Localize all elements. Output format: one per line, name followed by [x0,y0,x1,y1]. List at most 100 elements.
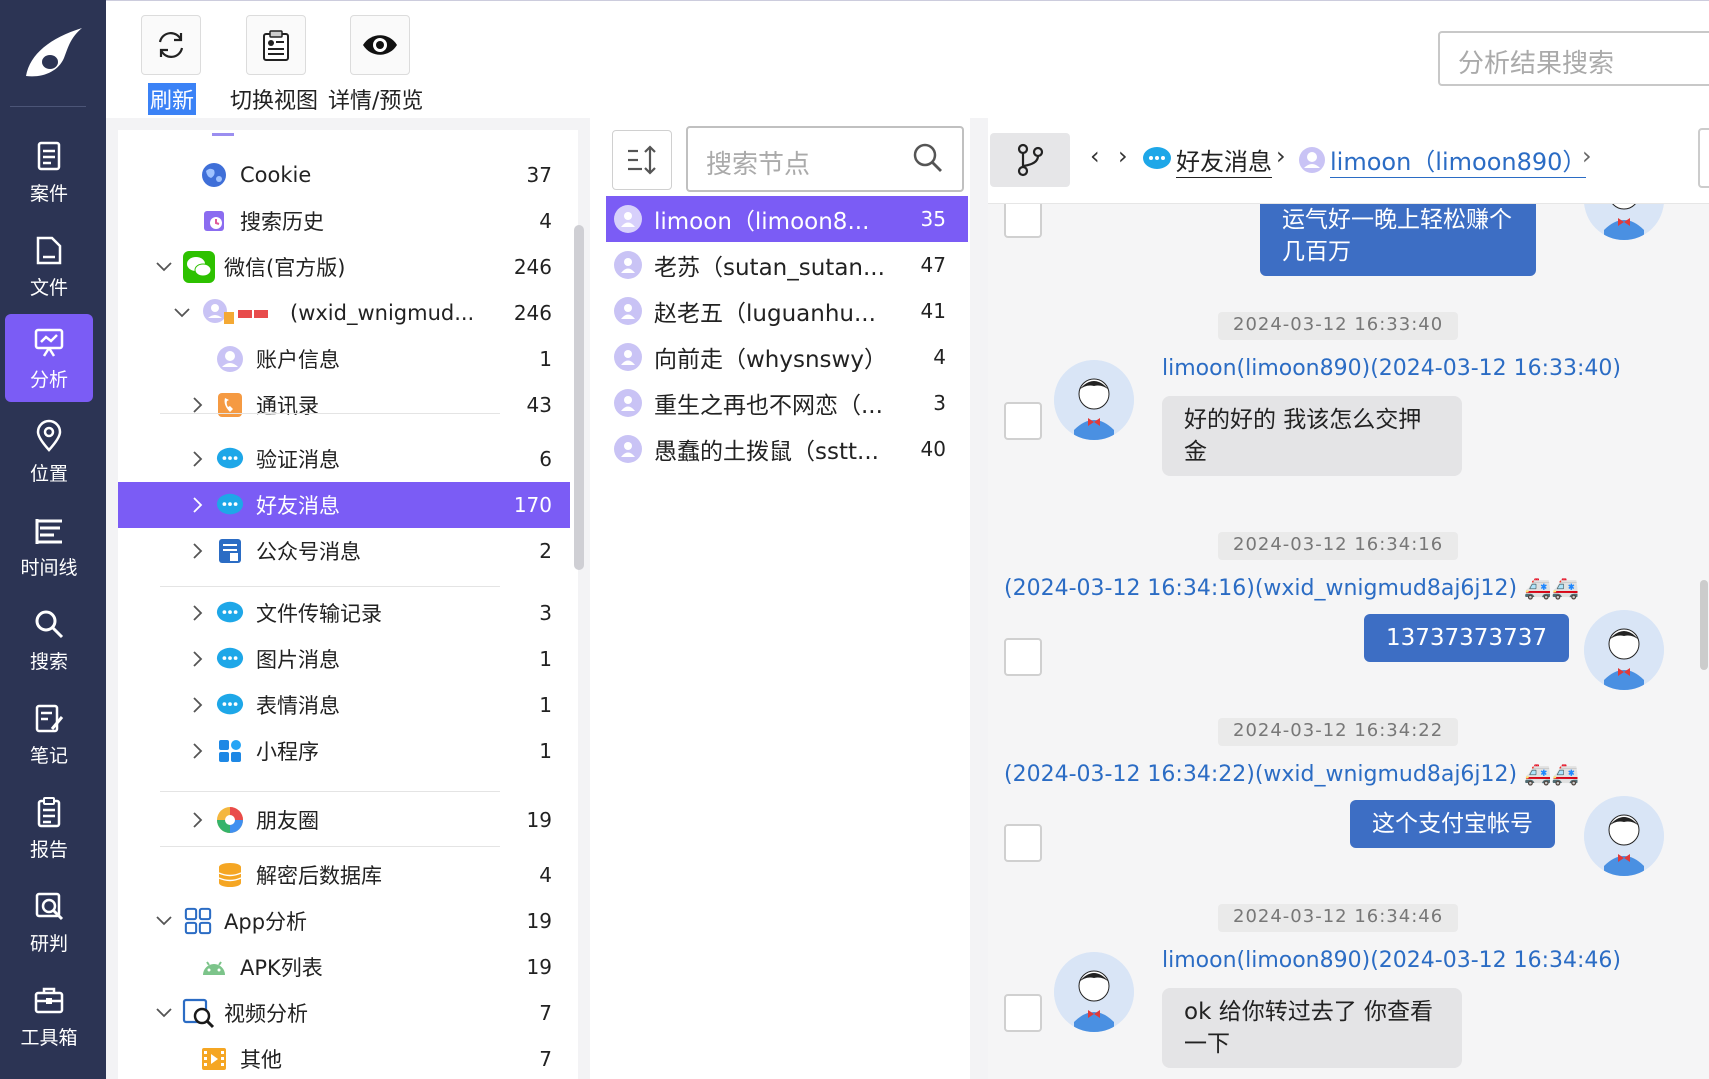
sort-icon [628,145,656,175]
analysis-search-input[interactable]: 分析结果搜索 [1438,31,1709,86]
breadcrumb-contact[interactable]: limoon（limoon890） [1330,142,1587,178]
tree-item-image-messages[interactable]: 图片消息 1 [118,636,570,682]
case-icon [37,141,61,170]
switch-view-button[interactable] [246,15,306,75]
node-item[interactable]: 愚蠢的土拨鼠（sstt... 40 [606,426,968,472]
tree-item-moments[interactable]: 朋友圈 19 [118,797,570,843]
message-sender-meta[interactable]: limoon(limoon890)(2024-03-12 16:33:40) [1162,356,1621,381]
detail-preview-button[interactable] [350,15,410,75]
red-tag-icon: 🚑🚑 [1524,576,1579,601]
sort-button[interactable] [612,130,672,190]
node-item[interactable]: 重生之再也不网恋（... 3 [606,380,968,426]
message-checkbox[interactable] [1004,402,1042,440]
nav-label-report: 报告 [29,838,68,861]
nav-item-report[interactable]: 报告 [5,784,93,872]
message-checkbox[interactable] [1004,994,1042,1032]
chevron-right-icon[interactable] [190,497,206,513]
tree-count: 7 [539,1001,552,1025]
forward-arrow-icon[interactable]: › [1118,142,1128,170]
node-item[interactable]: 向前走（whysnswy） 4 [606,334,968,380]
tree-item-friend-messages[interactable]: 好友消息 170 [118,482,570,528]
tree-label: 视频分析 [224,1002,308,1026]
tree-label: 通讯录 [256,394,319,418]
chevron-down-icon[interactable] [156,913,172,929]
chevron-down-icon[interactable] [174,305,190,321]
tree-item-wechat[interactable]: 微信(官方版) 246 [118,244,570,290]
panel-edge-button[interactable] [1698,128,1709,188]
tree-item-wxid-account[interactable]: (wxid_wnigmud... 246 [118,290,570,336]
search-icon [35,610,64,638]
message-checkbox[interactable] [1004,638,1042,676]
node-item[interactable]: limoon（limoon8... 35 [606,196,968,242]
message-sender-meta[interactable]: (2024-03-12 16:34:16)(wxid_wnigmud8aj6j1… [1004,576,1579,601]
tree-item-apk-list[interactable]: APK列表 19 [118,944,570,990]
branch-button[interactable] [990,133,1070,187]
message-sender-meta-text: (2024-03-12 16:34:22)(wxid_wnigmud8aj6j1… [1004,762,1518,787]
chevron-right-icon[interactable] [190,397,206,413]
message-checkbox[interactable] [1004,204,1042,238]
tree-item-app-analysis[interactable]: App分析 19 [118,898,570,944]
mini-program-icon [216,737,244,765]
nav-item-note[interactable]: 笔记 [5,690,93,778]
nav-label-note: 笔记 [29,744,68,767]
back-arrow-icon[interactable]: ‹ [1090,142,1100,170]
node-search-input[interactable]: 搜索节点 [686,126,964,192]
nav-item-location[interactable]: 位置 [5,408,93,496]
tree-scrollbar[interactable] [574,225,584,570]
chevron-right-icon[interactable] [190,451,206,467]
search-icon[interactable] [912,142,944,174]
panel-divider[interactable] [970,118,988,1079]
nav-item-timeline[interactable]: 时间线 [5,502,93,590]
message-bubble-self: 13737373737 [1364,614,1569,662]
tree-item-other[interactable]: 其他 7 [118,1036,570,1079]
nav-item-analysis[interactable]: 分析 [5,314,93,402]
user-avatar-icon [614,435,642,463]
chevron-down-icon[interactable] [156,1005,172,1021]
message-timestamp: 2024-03-12 16:34:16 [1218,532,1459,560]
chevron-right-icon[interactable]: › [1582,142,1592,170]
nav-item-judge[interactable]: 研判 [5,878,93,966]
tree-item-decrypted-db[interactable]: 解密后数据库 4 [118,852,570,898]
detail-preview-label: 详情/预览 [328,89,424,114]
nav-label-judge: 研判 [29,932,68,955]
tree-item-contacts[interactable]: 通讯录 43 [118,382,570,428]
chevron-right-icon[interactable] [190,605,206,621]
tree-item-search-history[interactable]: 搜索历史 4 [118,198,570,244]
app-logo [0,0,106,106]
tree-item-cookie[interactable]: Cookie 37 [118,152,570,198]
chevron-right-icon[interactable] [190,697,206,713]
chevron-right-icon[interactable] [190,543,206,559]
message-sender-meta[interactable]: limoon(limoon890)(2024-03-12 16:34:46) [1162,948,1621,973]
nav-item-case[interactable]: 案件 [5,128,93,216]
tree-item-video-analysis[interactable]: 视频分析 7 [118,990,570,1036]
refresh-button[interactable] [141,15,201,75]
tree-item-official-messages[interactable]: 公众号消息 2 [118,528,570,574]
breadcrumb-friend-messages[interactable]: 好友消息 [1176,142,1272,178]
tree-item-verify-messages[interactable]: 验证消息 6 [118,436,570,482]
node-search-placeholder: 搜索节点 [706,150,811,180]
wechat-icon [182,250,216,284]
tree-item-file-transfer[interactable]: 文件传输记录 3 [118,590,570,636]
tree-label: 图片消息 [256,648,340,672]
tree-item-account-info[interactable]: 账户信息 1 [118,336,570,382]
chevron-right-icon[interactable] [190,743,206,759]
chevron-down-icon[interactable] [156,259,172,275]
location-icon [36,419,62,452]
chevron-right-icon[interactable] [190,651,206,667]
nav-item-file[interactable]: 文件 [5,222,93,310]
chat-scrollbar[interactable] [1700,580,1708,670]
tree-label: 好友消息 [256,494,340,518]
chevron-right-icon[interactable] [190,812,206,828]
nav-item-search[interactable]: 搜索 [5,596,93,684]
message-icon [1142,145,1172,177]
tree-item-sticker-messages[interactable]: 表情消息 1 [118,682,570,728]
nav-item-toolbox[interactable]: 工具箱 [5,972,93,1060]
tree-label: 账户信息 [256,348,340,372]
message-checkbox[interactable] [1004,824,1042,862]
node-count: 35 [920,207,946,231]
tree-item-mini-program[interactable]: 小程序 1 [118,728,570,774]
nav-label-timeline: 时间线 [20,556,78,579]
node-item[interactable]: 老苏（sutan_sutan... 47 [606,242,968,288]
node-item[interactable]: 赵老五（luguanhu... 41 [606,288,968,334]
message-sender-meta[interactable]: (2024-03-12 16:34:22)(wxid_wnigmud8aj6j1… [1004,762,1579,787]
